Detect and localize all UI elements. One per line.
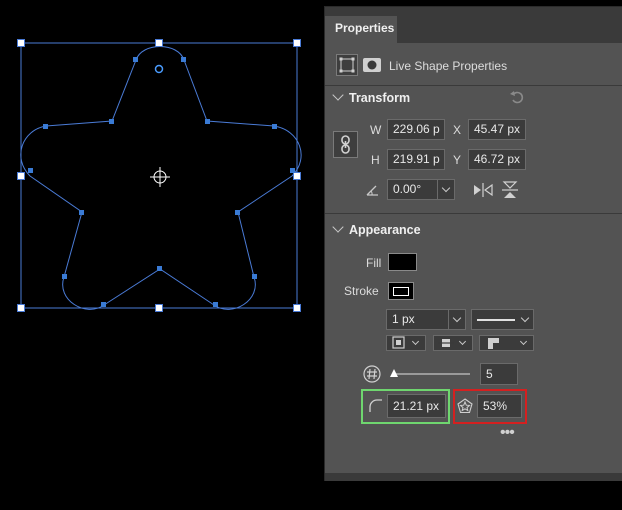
angle-icon xyxy=(366,185,378,196)
stroke-type-line xyxy=(477,319,515,321)
x-input[interactable]: 45.47 px xyxy=(468,119,526,140)
shape-type-label: Live Shape Properties xyxy=(389,59,508,73)
corner-radius-widget[interactable] xyxy=(154,64,164,74)
y-label: Y xyxy=(453,153,462,167)
stroke-align-icon xyxy=(392,336,405,349)
more-options-icon[interactable]: ••• xyxy=(500,425,515,441)
stroke-corners-icon xyxy=(488,338,499,349)
star-points-input[interactable]: 5 xyxy=(480,363,518,385)
panel-tab-bar: Properties xyxy=(325,7,622,43)
tab-properties[interactable]: Properties xyxy=(325,16,397,43)
y-input[interactable]: 46.72 px xyxy=(468,149,526,170)
link-dimensions-icon[interactable] xyxy=(333,131,358,158)
fill-label: Fill xyxy=(366,256,382,270)
flip-vertical-icon[interactable] xyxy=(501,181,519,199)
flip-horizontal-icon[interactable] xyxy=(473,182,493,198)
document-canvas[interactable] xyxy=(0,0,324,510)
appearance-collapse-chevron[interactable] xyxy=(332,221,344,233)
angle-value: 0.00° xyxy=(393,182,422,196)
star-indent-input[interactable]: 53% xyxy=(477,394,522,418)
stroke-type-dropdown[interactable] xyxy=(471,309,534,330)
stroke-width-value: 1 px xyxy=(392,312,415,326)
transform-section-title[interactable]: Transform xyxy=(349,91,410,105)
star-indent-icon xyxy=(457,398,473,414)
stroke-caps-icon xyxy=(438,339,454,347)
x-label: X xyxy=(453,123,462,137)
height-label: H xyxy=(371,153,380,167)
height-input[interactable]: 219.91 p xyxy=(387,149,445,170)
properties-panel: Properties Live Shape Properties Transfo… xyxy=(324,6,622,481)
angle-dropdown[interactable]: 0.00° xyxy=(387,179,455,200)
shape-path-icon[interactable] xyxy=(336,54,358,76)
star-points-slider-track[interactable] xyxy=(393,373,470,375)
stroke-caps-dropdown[interactable] xyxy=(433,335,473,351)
corner-radius-icon xyxy=(369,399,382,412)
stroke-corners-dropdown[interactable] xyxy=(479,335,534,351)
fill-swatch[interactable] xyxy=(388,253,417,271)
stroke-label: Stroke xyxy=(344,284,379,298)
star-points-slider-thumb[interactable] xyxy=(389,368,399,378)
width-input[interactable]: 229.06 p xyxy=(387,119,445,140)
corner-radius-input[interactable]: 21.21 px xyxy=(387,394,446,418)
appearance-section-title[interactable]: Appearance xyxy=(349,223,421,237)
live-shape-icon[interactable] xyxy=(362,56,382,74)
transform-collapse-chevron[interactable] xyxy=(332,89,344,101)
panel-bottom-bar xyxy=(325,473,622,481)
reset-transform-icon[interactable] xyxy=(509,89,525,105)
stroke-swatch[interactable] xyxy=(388,282,414,300)
width-label: W xyxy=(370,123,382,137)
stroke-align-dropdown[interactable] xyxy=(386,335,426,351)
stroke-width-dropdown[interactable]: 1 px xyxy=(386,309,466,330)
star-points-icon xyxy=(363,365,381,383)
